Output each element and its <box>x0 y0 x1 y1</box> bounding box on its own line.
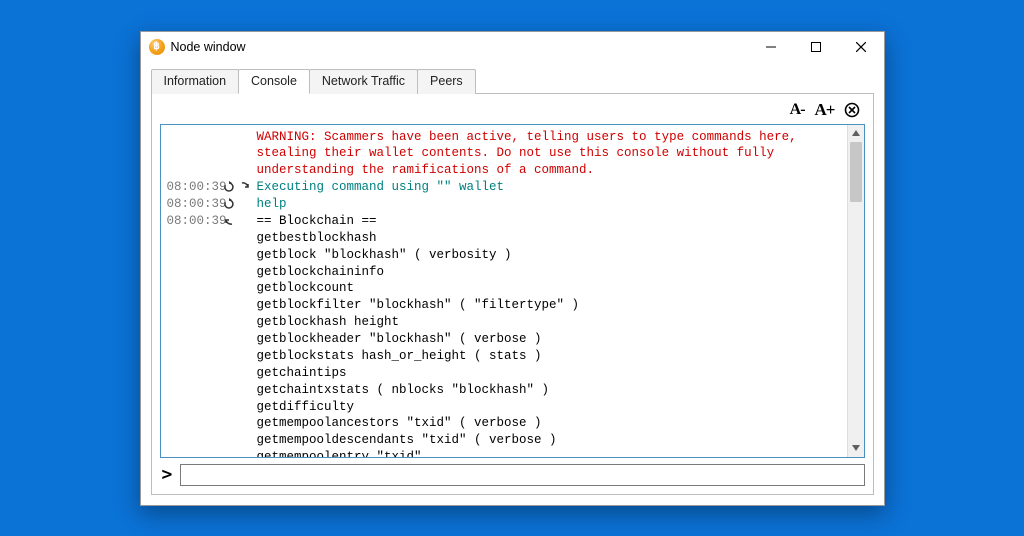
scroll-thumb[interactable] <box>850 142 862 202</box>
send-icon <box>239 180 252 193</box>
console-panel: A- A+ WARNING: Scammers have been activ <box>151 93 874 495</box>
timestamp: 08:00:39 <box>165 196 223 213</box>
font-decrease-button[interactable]: A- <box>788 101 807 119</box>
tab-label: Network Traffic <box>322 74 405 88</box>
tab-information[interactable]: Information <box>151 69 240 94</box>
close-button[interactable] <box>839 32 884 62</box>
tab-label: Peers <box>430 74 463 88</box>
scroll-up-button[interactable] <box>848 125 864 142</box>
maximize-button[interactable] <box>794 32 839 62</box>
vertical-scrollbar[interactable] <box>847 125 864 457</box>
row-icons <box>223 213 257 227</box>
tab-network-traffic[interactable]: Network Traffic <box>309 69 418 94</box>
warning-text: WARNING: Scammers have been active, tell… <box>257 129 843 180</box>
clear-icon <box>844 102 860 118</box>
tab-peers[interactable]: Peers <box>417 69 476 94</box>
console-text: == Blockchain == getbestblockhash getblo… <box>257 213 843 457</box>
console-output[interactable]: WARNING: Scammers have been active, tell… <box>161 125 847 457</box>
tabbar: Information Console Network Traffic Peer… <box>151 68 874 93</box>
console-text: help <box>257 196 843 213</box>
tab-console[interactable]: Console <box>238 69 310 94</box>
window-controls <box>749 32 884 62</box>
console-warning-row: WARNING: Scammers have been active, tell… <box>165 129 843 180</box>
app-window: ฿ Node window Information Console Networ… <box>140 31 885 506</box>
minimize-button[interactable] <box>749 32 794 62</box>
app-icon: ฿ <box>149 39 165 55</box>
chevron-down-icon <box>852 445 860 451</box>
row-icons <box>223 179 257 193</box>
minimize-icon <box>766 42 776 52</box>
console-output-frame: WARNING: Scammers have been active, tell… <box>160 124 865 458</box>
window-body: Information Console Network Traffic Peer… <box>141 62 884 505</box>
tab-label: Information <box>164 74 227 88</box>
timestamp: 08:00:39 <box>165 213 223 230</box>
console-toolbar: A- A+ <box>160 100 865 124</box>
close-icon <box>856 42 866 52</box>
row-icons <box>223 129 257 130</box>
reload-icon <box>223 197 236 210</box>
console-row: 08:00:39 help <box>165 196 843 213</box>
window-title: Node window <box>171 40 246 54</box>
scroll-down-button[interactable] <box>848 440 864 457</box>
prompt-indicator-icon: > <box>160 466 175 484</box>
chevron-up-icon <box>852 130 860 136</box>
console-row: 08:00:39 Executing command using "" wall… <box>165 179 843 196</box>
console-input[interactable] <box>180 464 864 486</box>
console-text: Executing command using "" wallet <box>257 179 843 196</box>
font-increase-button[interactable]: A+ <box>813 100 837 120</box>
scroll-track[interactable] <box>848 142 864 440</box>
receive-icon <box>223 214 236 227</box>
titlebar: ฿ Node window <box>141 32 884 62</box>
console-row: 08:00:39 == Blockchain == getbestblockha… <box>165 213 843 457</box>
clear-console-button[interactable] <box>843 101 861 119</box>
console-prompt: > <box>160 464 865 486</box>
maximize-icon <box>811 42 821 52</box>
reload-icon <box>223 180 236 193</box>
timestamp: 08:00:39 <box>165 179 223 196</box>
row-icons <box>223 196 257 210</box>
tab-label: Console <box>251 74 297 88</box>
